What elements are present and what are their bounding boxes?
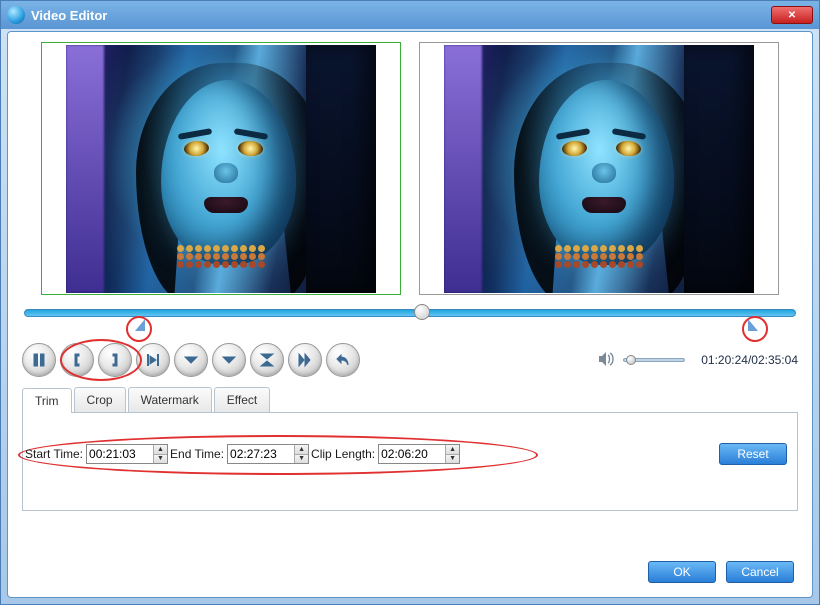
video-frame-original	[66, 45, 376, 293]
annotation-circle	[60, 339, 142, 381]
tab-watermark[interactable]: Watermark	[128, 387, 212, 412]
app-icon	[7, 6, 25, 24]
timeline-playhead[interactable]	[414, 304, 430, 320]
spinner-arrows[interactable]: ▲▼	[153, 445, 167, 463]
chevron-up-icon[interactable]: ▲	[295, 445, 308, 455]
step-forward-button[interactable]	[212, 343, 246, 377]
undo-button[interactable]	[326, 343, 360, 377]
ok-button[interactable]: OK	[648, 561, 716, 583]
end-time-label: End Time:	[170, 447, 224, 461]
center-frame-button[interactable]	[250, 343, 284, 377]
start-time-input[interactable]	[87, 445, 153, 463]
preview-row	[22, 42, 798, 295]
next-keyframe-button[interactable]	[288, 343, 322, 377]
tab-effect[interactable]: Effect	[214, 387, 270, 412]
spinner-arrows[interactable]: ▲▼	[445, 445, 459, 463]
timeline[interactable]	[22, 305, 798, 341]
start-time-spinner[interactable]: ▲▼	[86, 444, 168, 464]
titlebar: Video Editor ✕	[1, 1, 819, 29]
chevron-down-icon[interactable]: ▼	[295, 455, 308, 464]
close-icon: ✕	[788, 10, 796, 21]
reset-button[interactable]: Reset	[719, 443, 787, 465]
step-back-button[interactable]	[174, 343, 208, 377]
editor-tabs: Trim Crop Watermark Effect	[22, 387, 798, 413]
close-button[interactable]: ✕	[771, 6, 813, 24]
clip-length-label: Clip Length:	[311, 447, 375, 461]
annotation-circle	[742, 316, 768, 342]
volume-icon[interactable]	[597, 350, 615, 371]
video-frame-output	[444, 45, 754, 293]
transport-controls: 01:20:24/02:35:04	[22, 343, 798, 377]
chevron-down-icon[interactable]: ▼	[446, 455, 459, 464]
annotation-circle	[126, 316, 152, 342]
clip-length-spinner[interactable]: ▲▼	[378, 444, 460, 464]
pause-button[interactable]	[22, 343, 56, 377]
playback-timecode: 01:20:24/02:35:04	[701, 353, 798, 367]
trim-panel: Start Time: ▲▼ End Time: ▲▼ Clip Length:…	[22, 413, 798, 511]
volume-control: 01:20:24/02:35:04	[597, 350, 798, 371]
window-title: Video Editor	[31, 8, 107, 23]
cancel-button[interactable]: Cancel	[726, 561, 794, 583]
preview-output[interactable]	[419, 42, 779, 295]
volume-slider[interactable]	[623, 358, 685, 362]
chevron-up-icon[interactable]: ▲	[154, 445, 167, 455]
content-area: 01:20:24/02:35:04 Trim Crop Watermark Ef…	[7, 31, 813, 598]
volume-thumb[interactable]	[626, 355, 636, 365]
spinner-arrows[interactable]: ▲▼	[294, 445, 308, 463]
video-editor-window: Video Editor ✕	[0, 0, 820, 605]
preview-original[interactable]	[41, 42, 401, 295]
tab-crop[interactable]: Crop	[74, 387, 126, 412]
end-time-input[interactable]	[228, 445, 294, 463]
dialog-footer: OK Cancel	[648, 561, 794, 583]
chevron-up-icon[interactable]: ▲	[446, 445, 459, 455]
clip-length-input[interactable]	[379, 445, 445, 463]
end-time-spinner[interactable]: ▲▼	[227, 444, 309, 464]
chevron-down-icon[interactable]: ▼	[154, 455, 167, 464]
tab-trim[interactable]: Trim	[22, 388, 72, 413]
start-time-label: Start Time:	[25, 447, 83, 461]
